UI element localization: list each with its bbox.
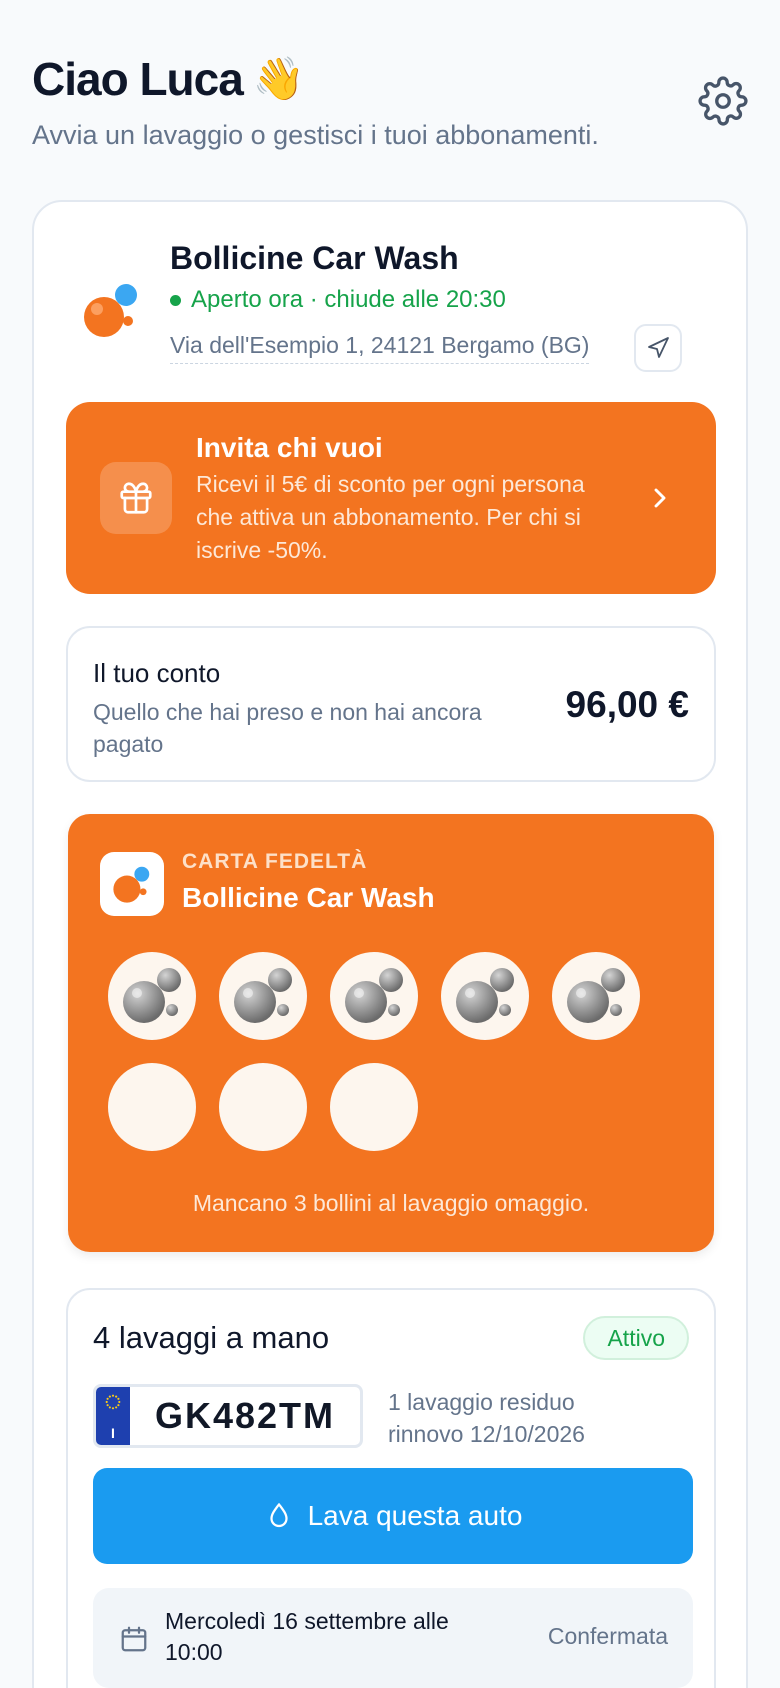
- header: Ciao Luca 👋 Avvia un lavaggio o gestisci…: [32, 52, 748, 151]
- bubbles-logo-icon: [84, 284, 137, 337]
- stamp-empty: [330, 1063, 418, 1151]
- invite-description: Ricevi il 5€ di sconto per ogni persona …: [196, 471, 585, 563]
- subscription-info: 1 lavaggio residuo rinnovo 12/10/2026: [388, 1386, 585, 1450]
- booking-date: Mercoledì 16 settembre alle 10:00: [165, 1608, 449, 1665]
- loyalty-message: Mancano 3 bollini al lavaggio omaggio.: [192, 1190, 590, 1216]
- booking-status: Confermata: [547, 1623, 668, 1649]
- stamp-empty: [108, 1063, 196, 1151]
- subscription-title: 4 lavaggi a mano: [93, 1320, 330, 1355]
- plate-number: GK482TM: [154, 1395, 336, 1436]
- invite-title: Invita chi vuoi: [196, 432, 383, 463]
- bubbles-stamp-icon: [345, 968, 403, 1023]
- bubbles-stamp-icon: [123, 968, 181, 1023]
- booking-row[interactable]: Mercoledì 16 settembre alle 10:00 Confer…: [93, 1588, 693, 1688]
- shop-card: Bollicine Car Wash Aperto ora · chiude a…: [32, 200, 748, 1688]
- invite-banner[interactable]: Invita chi vuoi Ricevi il 5€ di sconto p…: [66, 402, 716, 594]
- account-description: Quello che hai preso e non hai ancora pa…: [93, 699, 482, 757]
- wash-car-button[interactable]: Lava questa auto: [93, 1468, 693, 1564]
- wave-emoji: 👋: [252, 54, 305, 102]
- account-title: Il tuo conto: [93, 658, 221, 688]
- eu-stars-icon: [105, 1394, 121, 1410]
- gear-icon: [698, 76, 748, 126]
- eu-band: I: [96, 1387, 130, 1445]
- remaining-washes: 1 lavaggio residuo: [388, 1389, 575, 1415]
- greeting-text: Ciao Luca: [32, 53, 244, 105]
- stamp-filled: [330, 952, 418, 1040]
- loyalty-card: CARTA FEDELTÀ Bollicine Car Wash Mancano…: [68, 814, 714, 1252]
- shop-address[interactable]: Via dell'Esempio 1, 24121 Bergamo (BG): [170, 332, 590, 364]
- shop-open-status: Aperto ora · chiude alle 20:30: [170, 286, 506, 314]
- license-plate: I GK482TM: [93, 1384, 363, 1448]
- bubbles-logo-icon: [113, 866, 150, 903]
- loyalty-logo: [100, 852, 164, 916]
- bubbles-stamp-icon: [567, 968, 625, 1023]
- stamp-empty: [219, 1063, 307, 1151]
- calendar-icon: [121, 1626, 147, 1652]
- subscription-card: 4 lavaggi a mano Attivo I GK482TM 1 lava…: [66, 1288, 716, 1688]
- stamp-filled: [108, 952, 196, 1040]
- status-dot-icon: [170, 294, 181, 306]
- gift-icon: [120, 482, 152, 514]
- shop-name: Bollicine Car Wash: [170, 240, 459, 276]
- plate-country: I: [111, 1425, 115, 1441]
- bubbles-stamp-icon: [456, 968, 514, 1023]
- shop-status-text: Aperto ora · chiude alle 20:30: [191, 286, 506, 313]
- loyalty-kicker: CARTA FEDELTÀ: [182, 850, 368, 873]
- greeting-subtitle: Avvia un lavaggio o gestisci i tuoi abbo…: [32, 120, 599, 150]
- stamp-filled: [219, 952, 307, 1040]
- account-amount: 96,00 €: [565, 684, 689, 725]
- navigation-arrow-icon: [648, 337, 669, 358]
- stamp-filled: [441, 952, 529, 1040]
- settings-button[interactable]: [698, 76, 748, 126]
- renewal-date: rinnovo 12/10/2026: [388, 1421, 585, 1447]
- loyalty-shop-name: Bollicine Car Wash: [182, 882, 435, 913]
- status-badge: Attivo: [583, 1316, 689, 1360]
- stamp-filled: [552, 952, 640, 1040]
- gift-icon-box: [100, 462, 172, 534]
- bubbles-stamp-icon: [234, 968, 292, 1023]
- chevron-right-icon: [654, 488, 666, 508]
- navigate-button[interactable]: [634, 324, 682, 372]
- greeting-title: Ciao Luca 👋: [32, 52, 748, 106]
- water-drop-icon: [269, 1503, 288, 1528]
- account-balance-card[interactable]: Il tuo conto Quello che hai preso e non …: [66, 626, 716, 782]
- shop-info: Bollicine Car Wash Aperto ora · chiude a…: [34, 202, 746, 392]
- wash-button-label: Lava questa auto: [307, 1500, 523, 1531]
